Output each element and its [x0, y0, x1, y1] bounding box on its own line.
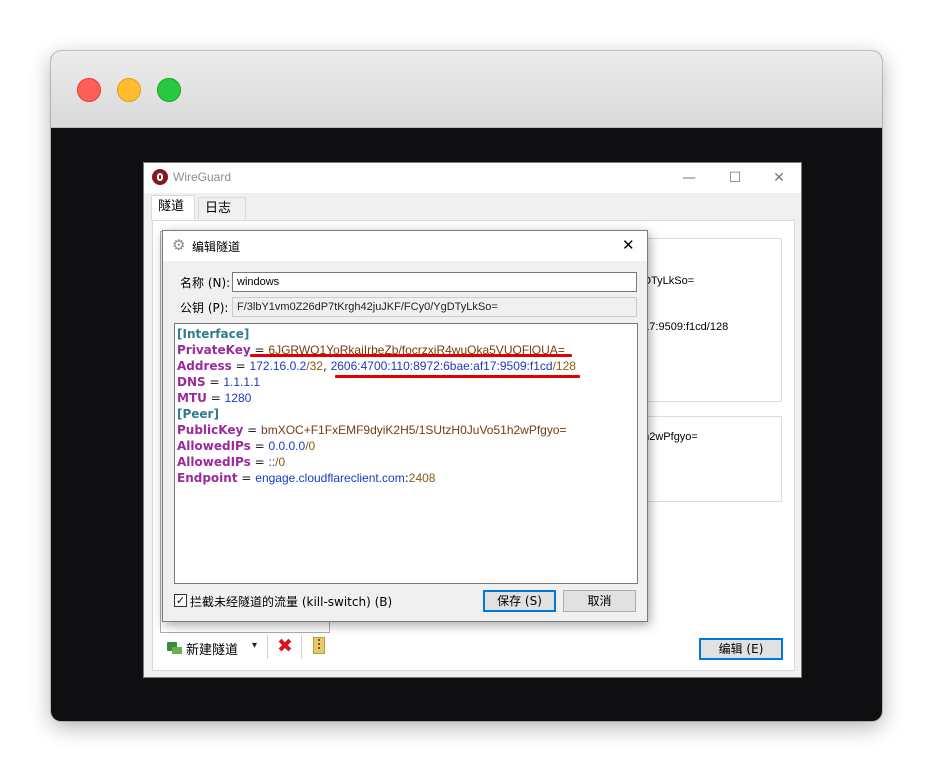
dns-key: DNS — [177, 375, 206, 389]
ipv6-redaction-underline — [335, 375, 580, 378]
mtu-key: MTU — [177, 391, 207, 405]
window-title: WireGuard — [173, 170, 232, 184]
allowed-ips-1-cidr: /0 — [305, 439, 316, 453]
save-button[interactable]: 保存 (S) — [483, 590, 556, 612]
edit-tunnel-dialog: ⚙ 编辑隧道 ✕ 名称 (N): windows 公钥 (P): F/3lbY1… — [162, 230, 648, 622]
kill-switch-checkbox[interactable]: ✓ — [174, 594, 187, 607]
config-line-mtu: MTU = 1280 — [177, 391, 252, 405]
toolbar-divider — [301, 635, 302, 659]
allowed-ips-key: AllowedIPs — [177, 439, 251, 453]
address-ipv6-cidr: /128 — [552, 359, 576, 373]
gear-icon: ⚙ — [172, 236, 186, 254]
peer-header: [Peer] — [177, 407, 219, 421]
config-line-allowed-ips-1: AllowedIPs = 0.0.0.0/0 — [177, 439, 316, 453]
toolbar-divider — [267, 635, 268, 659]
allowed-ips-key: AllowedIPs — [177, 455, 251, 469]
kill-switch-label[interactable]: 拦截未经隧道的流量 (kill-switch) (B) — [190, 593, 392, 610]
address-key: Address — [177, 359, 232, 373]
private-key-key: PrivateKey — [177, 343, 251, 357]
close-button[interactable]: ✕ — [768, 167, 790, 189]
name-label: 名称 (N): — [180, 276, 231, 290]
interface-address-fragment: af17:9509:f1cd/128 — [634, 321, 729, 333]
endpoint-port: 2408 — [408, 471, 436, 485]
add-tunnel-icon[interactable] — [167, 640, 182, 654]
public-key-field[interactable]: F/3lbY1vm0Z26dP7tKrgh42juJKF/FCy0/YgDTyL… — [232, 297, 637, 317]
public-key-label: 公钥 (P): — [180, 301, 229, 315]
delete-tunnel-icon[interactable]: ✖ — [277, 635, 293, 657]
cancel-button[interactable]: 取消 — [563, 590, 636, 612]
mac-titlebar — [51, 51, 882, 128]
maximize-button[interactable]: ☐ — [724, 167, 746, 189]
dns-value: 1.1.1.1 — [223, 375, 261, 389]
private-key-redaction-underline — [250, 354, 572, 357]
dialog-close-button[interactable]: ✕ — [622, 236, 635, 254]
config-line-endpoint: Endpoint = engage.cloudflareclient.com:2… — [177, 471, 436, 485]
export-zip-icon[interactable] — [313, 637, 325, 654]
config-line-interface: [Interface] — [177, 326, 249, 342]
wireguard-logo-icon — [152, 169, 168, 185]
allowed-ips-2-cidr: /0 — [275, 455, 286, 469]
minimize-traffic-light[interactable] — [117, 78, 141, 102]
tab-tunnels[interactable]: 隧道 — [151, 195, 195, 220]
dialog-title: 编辑隧道 — [192, 240, 241, 254]
close-traffic-light[interactable] — [77, 78, 101, 102]
endpoint-host: engage.cloudflareclient.com — [255, 471, 405, 485]
address-ipv4-cidr: /32 — [306, 359, 323, 373]
chevron-down-icon[interactable]: ▾ — [252, 640, 257, 651]
config-editor[interactable]: [Interface] PrivateKey = 6JGRWQ1YoRkajIr… — [174, 323, 638, 584]
zoom-traffic-light[interactable] — [157, 78, 181, 102]
interface-header: [Interface] — [177, 327, 250, 341]
config-line-address: Address = 172.16.0.2/32, 2606:4700:110:8… — [177, 359, 576, 373]
config-line-peer: [Peer] — [177, 406, 219, 422]
public-key-key: PublicKey — [177, 423, 244, 437]
endpoint-key: Endpoint — [177, 471, 238, 485]
mtu-value: 1280 — [224, 391, 252, 405]
name-input[interactable]: windows — [232, 272, 637, 292]
address-ipv4: 172.16.0.2 — [249, 359, 307, 373]
wireguard-titlebar: WireGuard — ☐ ✕ — [144, 163, 801, 193]
address-ipv6: 2606:4700:110:8972:6bae:af17:9509:f1cd — [330, 359, 553, 373]
config-line-dns: DNS = 1.1.1.1 — [177, 375, 261, 389]
tab-log[interactable]: 日志 — [198, 197, 246, 219]
allowed-ips-1: 0.0.0.0 — [268, 439, 306, 453]
minimize-button[interactable]: — — [678, 167, 700, 189]
public-key-value: bmXOC+F1FxEMF9dyiK2H5/1SUtzH0JuVo51h2wPf… — [261, 423, 567, 437]
add-tunnel-button[interactable]: 新建隧道 — [186, 639, 238, 658]
dialog-titlebar: ⚙ 编辑隧道 ✕ — [163, 231, 647, 261]
config-line-allowed-ips-2: AllowedIPs = ::/0 — [177, 455, 286, 469]
config-line-public-key: PublicKey = bmXOC+F1FxEMF9dyiK2H5/1SUtzH… — [177, 423, 567, 437]
edit-button[interactable]: 编辑 (E) — [699, 638, 783, 660]
